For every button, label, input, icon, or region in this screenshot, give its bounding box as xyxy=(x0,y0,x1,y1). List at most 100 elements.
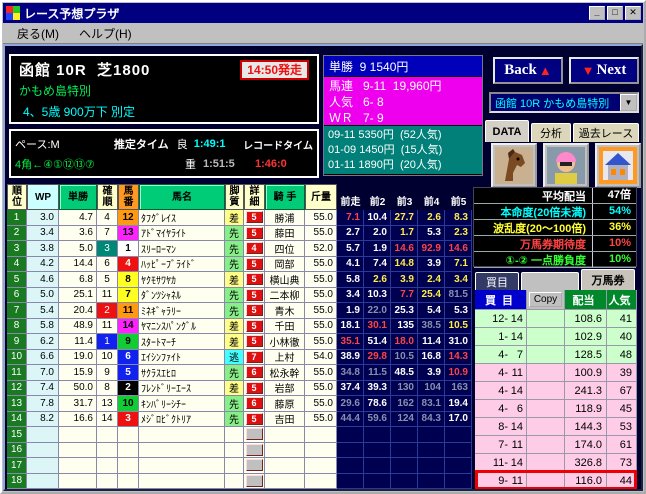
past-odds-cell: 11.4 xyxy=(418,334,445,350)
maximize-button[interactable]: □ xyxy=(607,6,623,20)
horse-row[interactable]: 9 6.2 11.4 1 9 ｽﾀｰﾄﾏｰﾁ差 5 小林徹 55.0 35.1 51.4 18.0 11… xyxy=(7,334,472,350)
detail-button[interactable]: 6 xyxy=(245,397,263,410)
detail-cell: 5 xyxy=(244,334,265,350)
detail-button[interactable] xyxy=(245,428,263,441)
detail-button[interactable]: 4 xyxy=(245,242,263,255)
horse-row[interactable]: 17 xyxy=(7,458,472,474)
horse-row[interactable]: 5 4.6 6.8 5 8 ﾔｸﾓｻﾜﾔｶ差 5 横山典 55.0 5.8 2.6 3.9 2.4 3.4 xyxy=(7,272,472,288)
horse-row[interactable]: 6 5.0 25.1 11 7 ﾀﾞﾝﾂｼｬﾈﾙ先 5 二本柳 55.0 3.4 10.3 7.7 25… xyxy=(7,287,472,303)
bet-row[interactable]: 4 - 14 241.3 67 xyxy=(475,382,637,400)
stable-photo-button[interactable] xyxy=(595,143,641,188)
detail-button[interactable]: 5 xyxy=(245,211,263,224)
horse-name-cell: ﾊｯﾋﾟｰﾌﾞﾗｲﾄﾞ xyxy=(139,256,225,272)
past-odds-cell xyxy=(337,458,364,474)
bet-tab-manbaken[interactable]: 万馬券 xyxy=(581,269,635,290)
past-odds-header: 前3 xyxy=(396,197,413,208)
tab-analysis[interactable]: 分析 xyxy=(531,123,571,142)
bet-row[interactable]: 8 - 14 144.3 53 xyxy=(475,418,637,436)
past-odds-cell: 8.3 xyxy=(445,210,472,226)
detail-button[interactable]: 5 xyxy=(245,304,263,317)
bet-popularity-cell: 53 xyxy=(607,418,637,436)
horse-row[interactable]: 8 5.8 48.9 11 14 ﾔﾏﾆﾝｽﾊﾟﾝｸﾞﾙ差 5 千田 55.0 18.1 30.1 1… xyxy=(7,318,472,334)
bet-row[interactable]: 7 - 11 174.0 61 xyxy=(475,436,637,454)
bet-row[interactable]: 12 - 14 108.6 41 xyxy=(475,310,637,328)
bet-second-number: 14 xyxy=(510,420,523,433)
jockey-photo-button[interactable] xyxy=(543,143,589,188)
horse-row[interactable]: 16 xyxy=(7,442,472,458)
odds-cell: 20.4 xyxy=(59,303,97,319)
horse-row[interactable]: 1 3.0 4.7 4 12 ﾀﾌｸﾞﾚｲｽ差 5 勝浦 55.0 7.1 10.4 27.7 2.6 8… xyxy=(7,210,472,226)
detail-button[interactable]: 6 xyxy=(245,366,263,379)
detail-button[interactable] xyxy=(245,443,263,456)
past-odds-cell: 3.9 xyxy=(391,272,418,288)
weight-cell xyxy=(305,473,337,489)
past-odds-cell: 14.3 xyxy=(445,349,472,365)
horse-row[interactable]: 10 6.6 19.0 10 6 ｴｲｼﾝﾌｧｲﾄ逃 7 上村 54.0 38.9 29.8 10.5… xyxy=(7,349,472,365)
rank-cell: 1 xyxy=(7,210,27,226)
detail-button[interactable] xyxy=(245,459,263,472)
bet-row[interactable]: 11 - 14 326.8 73 xyxy=(475,454,637,472)
horse-row[interactable]: 3 3.8 5.0 3 1 ｽﾘｰﾛｰﾏﾝ先 4 四位 52.0 5.7 1.9 14.6 92.9 14… xyxy=(7,241,472,257)
horse-row[interactable]: 15 xyxy=(7,427,472,443)
past-odds-cell xyxy=(418,442,445,458)
past-odds-cell: 1.7 xyxy=(391,225,418,241)
menu-item-back[interactable]: 戻る(M) xyxy=(11,24,65,43)
weight-cell: 54.0 xyxy=(305,349,337,365)
minimize-button[interactable]: _ xyxy=(589,6,605,20)
detail-button[interactable]: 5 xyxy=(245,288,263,301)
running-style-cell: 差 xyxy=(225,272,244,288)
bet-popularity-cell: 44 xyxy=(607,472,637,489)
back-button[interactable]: Back ▲ xyxy=(493,57,563,84)
bet-tab-kaime[interactable]: 買目 xyxy=(475,272,519,290)
weight-cell: 55.0 xyxy=(305,256,337,272)
bet-tab-blank[interactable] xyxy=(521,272,579,290)
detail-button[interactable]: 7 xyxy=(245,350,263,363)
horse-row[interactable]: 18 xyxy=(7,473,472,489)
tab-past-races[interactable]: 過去レース xyxy=(573,123,639,142)
jockey-cell: 吉田 xyxy=(265,411,305,427)
detail-button[interactable]: 5 xyxy=(245,226,263,239)
horse-name-cell xyxy=(139,427,225,443)
tab-data[interactable]: DATA xyxy=(485,120,529,142)
dropdown-arrow-button[interactable]: ▼ xyxy=(620,94,637,111)
detail-button[interactable] xyxy=(245,474,263,487)
rank-cell: 11 xyxy=(7,365,27,381)
window-title: レース予想プラザ xyxy=(24,6,120,21)
detail-button[interactable]: 5 xyxy=(245,412,263,425)
detail-button[interactable]: 5 xyxy=(245,335,263,348)
horse-row[interactable]: 13 7.8 31.7 13 10 ｷﾝﾊﾞﾘｰｼﾁｰ先 6 藤原 55.0 29.6 78.6 16… xyxy=(7,396,472,412)
past-odds-cell: 44.4 xyxy=(337,411,364,427)
past-odds-header: 前5 xyxy=(450,197,467,208)
bet-row[interactable]: 4 - 11 100.9 39 xyxy=(475,364,637,382)
horse-row[interactable]: 2 3.4 3.6 7 13 ｱﾄﾞﾏｲﾔﾗｲﾄ先 5 藤田 55.0 2.7 2.0 1.7 5.3 2… xyxy=(7,225,472,241)
horse-row[interactable]: 12 7.4 50.0 8 2 ﾌﾚﾝﾄﾞﾘｰｴｰｽ差 5 岩部 55.0 37.4 39.3 130… xyxy=(7,380,472,396)
past-odds-cell xyxy=(445,442,472,458)
bet-row[interactable]: 4 - 6 118.9 45 xyxy=(475,400,637,418)
rank-cell: 16 xyxy=(7,442,27,458)
highlighted-bet-row[interactable]: 9 - 11 116.0 44 xyxy=(475,470,637,489)
past-odds-cell: 7.1 xyxy=(445,256,472,272)
detail-button[interactable]: 5 xyxy=(245,273,263,286)
past-odds-cell: 104 xyxy=(418,380,445,396)
horse-row[interactable]: 7 5.4 20.4 2 11 ﾐﾈｷﾞｬﾗﾘｰ先 5 青木 55.0 1.9 22.0 25.3 5.… xyxy=(7,303,472,319)
horse-row[interactable]: 11 7.0 15.9 9 5 ｻｸﾗｽｴﾋﾛ先 6 松永幹 55.0 34.8 11.5 48.5 3… xyxy=(7,365,472,381)
bet-row[interactable]: 1 - 14 102.9 40 xyxy=(475,328,637,346)
detail-button[interactable]: 5 xyxy=(245,381,263,394)
bet-row[interactable]: 4 - 7 128.5 48 xyxy=(475,346,637,364)
detail-button[interactable]: 5 xyxy=(245,319,263,332)
stat-row: 波乱度(20～100倍) 36% xyxy=(474,220,636,236)
horse-row[interactable]: 14 8.2 16.6 14 3 ﾒｼﾞﾛﾋﾞｸﾄﾘｱ先 5 吉田 55.0 44.4 59.6 12… xyxy=(7,411,472,427)
detail-button[interactable]: 5 xyxy=(245,257,263,270)
wp-header: WP xyxy=(27,184,59,210)
copy-button[interactable]: Copy xyxy=(528,292,563,307)
horse-photo-button[interactable] xyxy=(491,143,537,188)
odds-cell: 25.1 xyxy=(59,287,97,303)
quinella-payout-block: 馬連 9-11 19,960円 人気 6- 8 ＷＲ 7- 9 xyxy=(324,76,482,125)
next-button[interactable]: ▼ Next xyxy=(569,57,639,84)
close-button[interactable]: ✕ xyxy=(625,6,641,20)
menu-item-help[interactable]: ヘルプ(H) xyxy=(73,24,138,43)
past-odds-cell: 59.6 xyxy=(364,411,391,427)
horse-row[interactable]: 4 4.2 14.4 6 4 ﾊｯﾋﾟｰﾌﾞﾗｲﾄﾞ先 5 岡部 55.0 4.1 7.4 14.8 3… xyxy=(7,256,472,272)
race-selector[interactable]: 函館 10R かもめ島特別 ▼ xyxy=(489,92,639,113)
bet-first-number: 7 xyxy=(498,438,505,451)
